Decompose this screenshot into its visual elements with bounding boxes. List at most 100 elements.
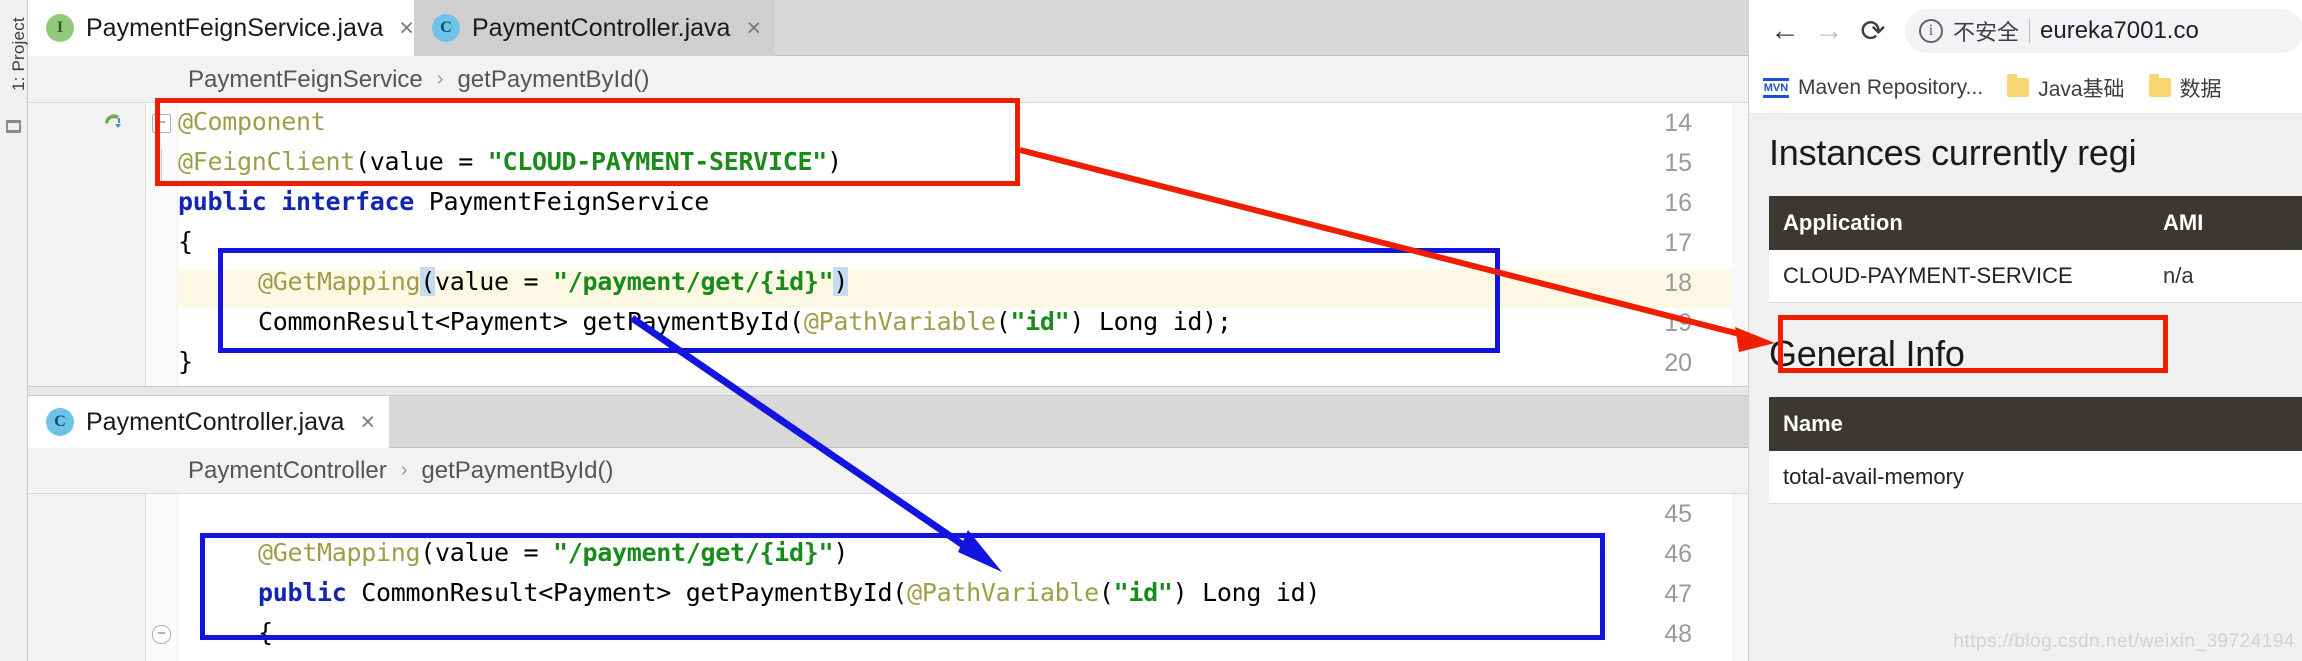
code-token: "/payment/get/{id}" [553, 538, 834, 567]
fold-toggle-icon[interactable]: − [152, 114, 171, 133]
line-number: 18 [1664, 269, 1692, 297]
tab-label: PaymentFeignService.java [86, 13, 384, 42]
eureka-dashboard-page: Instances currently regi Application AMI… [1749, 114, 2302, 661]
fold-gutter[interactable] [146, 103, 178, 386]
table-header-row: Application AMI [1769, 196, 2302, 250]
close-icon[interactable]: × [746, 14, 761, 43]
bookmark-java-basics[interactable]: Java基础 [2007, 73, 2125, 103]
info-icon[interactable]: i [1919, 19, 1943, 43]
breadcrumb-method[interactable]: getPaymentById() [421, 457, 613, 485]
editor-splitter[interactable] [28, 386, 1748, 396]
code-token: } [178, 347, 193, 376]
chevron-right-icon: › [436, 68, 444, 90]
bookmark-maven-repository[interactable]: MVN Maven Repository... [1763, 76, 1983, 100]
column-header-name: Name [1769, 397, 2302, 451]
code-token: CommonResult<Payment> getPaymentById( [361, 578, 908, 607]
folder-icon [2148, 74, 2171, 97]
code-token: public interface [178, 187, 429, 216]
code-token: "CLOUD-PAYMENT-SERVICE" [487, 147, 828, 176]
address-bar[interactable]: i 不安全 eureka7001.co [1905, 9, 2302, 53]
code-line-48: { [258, 618, 273, 647]
code-token: @FeignClient [178, 147, 356, 176]
instances-table: Application AMI CLOUD-PAYMENT-SERVICE n/… [1769, 196, 2302, 303]
code-token: ) [833, 538, 849, 567]
structure-icon[interactable] [6, 120, 21, 133]
class-icon: C [432, 14, 460, 42]
project-rail-label: 1: Project [9, 17, 28, 91]
line-number: 19 [1664, 309, 1692, 337]
general-info-table: Name total-avail-memory [1769, 397, 2302, 504]
code-token: ( [420, 267, 436, 296]
line-number-gutter [28, 103, 146, 386]
line-number-gutter [28, 494, 146, 661]
code-line-15: @FeignClient(value = "CLOUD-PAYMENT-SERV… [178, 147, 842, 176]
mvn-icon: MVN [1763, 77, 1789, 98]
code-line-46: @GetMapping(value = "/payment/get/{id}") [258, 538, 848, 567]
breadcrumb-class[interactable]: PaymentController [188, 457, 387, 485]
watermark-text: https://blog.csdn.net/weixin_39724194 [1953, 631, 2295, 652]
close-icon[interactable]: × [360, 408, 375, 437]
table-header-row: Name [1769, 397, 2302, 451]
tab-payment-controller-pane2[interactable]: C PaymentController.java × [28, 396, 390, 448]
browser-toolbar: ← → ⟳ i 不安全 eureka7001.co [1749, 0, 2302, 62]
forward-icon[interactable]: → [1807, 9, 1851, 53]
breadcrumb-class[interactable]: PaymentFeignService [188, 66, 423, 94]
editor-tab-strip-2: C PaymentController.java × [28, 396, 1748, 448]
screenshot-root: 1: Project I PaymentFeignService.java × … [0, 0, 2302, 661]
line-number: 45 [1664, 500, 1692, 528]
bookmarks-bar: MVN Maven Repository... Java基础 数据 [1749, 62, 2302, 114]
fold-toggle-icon[interactable]: − [152, 625, 171, 644]
code-token: { [178, 227, 193, 256]
code-token: ( [1098, 578, 1114, 607]
code-line-19: CommonResult<Payment> getPaymentById(@Pa… [258, 307, 1232, 336]
cell-general-name: total-avail-memory [1769, 451, 2302, 504]
tab-payment-controller[interactable]: C PaymentController.java × [414, 0, 776, 56]
tab-label: PaymentController.java [472, 13, 731, 42]
security-label: 不安全 [1953, 20, 2020, 45]
breadcrumb-pane-1[interactable]: PaymentFeignService › getPaymentById() [28, 57, 1748, 103]
code-token: ( [995, 307, 1011, 336]
editor-scrollbar[interactable] [1732, 103, 1748, 386]
url-text[interactable]: eureka7001.co [2040, 17, 2199, 45]
bookmark-label: Java基础 [2038, 77, 2125, 101]
code-token: CommonResult<Payment> getPaymentById( [258, 307, 804, 336]
code-token: PaymentFeignService [428, 187, 710, 216]
code-line-16: public interface PaymentFeignService [178, 187, 709, 216]
editor-pane-payment-controller[interactable]: 45 46 @GetMapping(value = "/payment/get/… [28, 494, 1748, 661]
code-token: (value = [420, 538, 554, 567]
code-token: ) [827, 147, 842, 176]
chrome-browser-window: ← → ⟳ i 不安全 eureka7001.co MVN Maven Repo… [1748, 0, 2302, 661]
line-number: 15 [1664, 149, 1692, 177]
line-number: 16 [1664, 189, 1692, 217]
editor-pane-payment-feign-service[interactable]: 14 − @Component 15 @FeignClient(value = … [28, 103, 1748, 386]
editor-scrollbar[interactable] [1732, 494, 1748, 661]
code-token: "id" [1113, 578, 1173, 607]
ide-window: 1: Project I PaymentFeignService.java × … [0, 0, 1748, 661]
line-number: 46 [1664, 540, 1692, 568]
bookmark-data[interactable]: 数据 [2148, 73, 2222, 103]
line-number: 20 [1664, 349, 1692, 377]
spring-bean-icon[interactable] [102, 110, 126, 134]
reload-icon[interactable]: ⟳ [1851, 9, 1895, 53]
breadcrumb-method[interactable]: getPaymentById() [457, 66, 649, 94]
code-token: ) Long id); [1069, 307, 1232, 336]
code-line-20: } [178, 347, 193, 376]
code-token: "id" [1010, 307, 1070, 336]
back-icon[interactable]: ← [1763, 9, 1807, 53]
close-icon[interactable]: × [399, 14, 414, 43]
cell-application-name[interactable]: CLOUD-PAYMENT-SERVICE [1769, 250, 2149, 303]
project-tool-rail[interactable]: 1: Project [0, 0, 28, 661]
code-token: ) [833, 267, 849, 296]
code-line-14: @Component [178, 107, 326, 136]
bookmark-label: 数据 [2179, 77, 2222, 101]
table-row: total-avail-memory [1769, 451, 2302, 504]
line-number: 47 [1664, 580, 1692, 608]
code-token: { [258, 618, 273, 647]
instances-heading: Instances currently regi [1769, 132, 2137, 173]
code-token: @PathVariable [803, 307, 996, 336]
code-line-17: { [178, 227, 193, 256]
tab-payment-feign-service[interactable]: I PaymentFeignService.java × [28, 0, 428, 56]
breadcrumb-pane-2[interactable]: PaymentController › getPaymentById() [28, 448, 1748, 494]
code-token: @PathVariable [907, 578, 1099, 607]
chevron-right-icon: › [400, 459, 408, 481]
